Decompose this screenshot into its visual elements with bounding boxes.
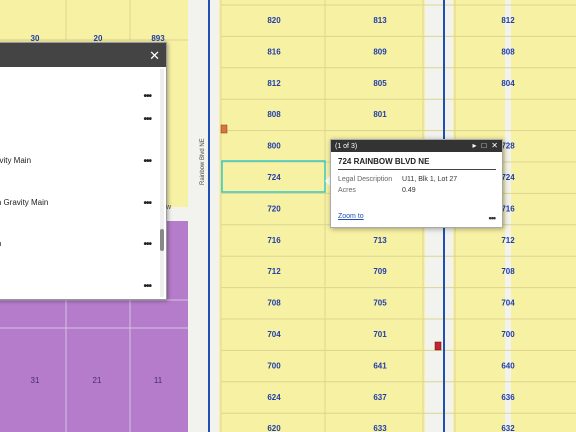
feature-popup[interactable]: (1 of 3) ▸ □ ✕ 724 RAINBOW BLVD NE Legal… — [330, 139, 503, 228]
parcel-number: 809 — [373, 47, 387, 56]
more-options-icon[interactable]: ••• — [143, 91, 151, 102]
parcel-number: 816 — [267, 47, 281, 56]
parcel-number: 704 — [267, 330, 281, 339]
result-row-label: in — [0, 239, 1, 248]
parcel-number: 716 — [501, 204, 515, 213]
parcel-number: 712 — [501, 236, 515, 245]
parcel-number: 705 — [373, 299, 387, 308]
parcel-number: 805 — [373, 79, 387, 88]
parcel-number: 700 — [501, 330, 515, 339]
field-key: Acres — [338, 187, 356, 194]
parcel-number: 813 — [373, 16, 387, 25]
block-parcel-number: 21 — [93, 376, 102, 385]
more-options-icon[interactable]: ••• — [143, 156, 151, 167]
parcel-number: 728 — [501, 142, 515, 151]
field-acres: Acres 0.49 — [338, 187, 495, 194]
parcel-number: 632 — [501, 424, 515, 432]
manhole-marker-icon[interactable] — [220, 124, 228, 134]
partial-road-label: w — [166, 204, 172, 211]
parcel-number: 720 — [267, 204, 281, 213]
parcel-number: 708 — [267, 299, 281, 308]
parcel-number: 713 — [373, 236, 387, 245]
field-value: 0.49 — [402, 187, 416, 194]
next-feature-icon[interactable]: ▸ — [472, 142, 476, 150]
hydrant-marker-icon[interactable] — [434, 341, 442, 351]
parcel-number: 716 — [267, 236, 281, 245]
popup-footer: Zoom to ••• — [338, 213, 497, 223]
parcel-number: 641 — [373, 361, 387, 370]
more-options-icon[interactable]: ••• — [143, 239, 151, 250]
parcel-number: 820 — [267, 16, 281, 25]
parcel-number: 708 — [501, 267, 515, 276]
parcel-number: 724 — [267, 173, 281, 182]
block-parcel-number: 31 — [31, 376, 40, 385]
popup-fields: Legal Description U11, Blk 1, Lot 27 Acr… — [338, 176, 495, 194]
zoom-to-link[interactable]: Zoom to — [338, 213, 364, 223]
parcel-number: 808 — [501, 47, 515, 56]
popup-title: 724 RAINBOW BLVD NE — [338, 157, 496, 170]
parcel-number: 700 — [267, 361, 281, 370]
block-parcel-number: 11 — [154, 376, 163, 385]
field-legal-description: Legal Description U11, Blk 1, Lot 27 — [338, 176, 495, 183]
road-label: Rainbow Blvd NE — [200, 138, 206, 185]
panel-header: ✕ — [0, 43, 166, 67]
more-options-icon[interactable]: ••• — [489, 213, 497, 223]
maximize-icon[interactable]: □ — [481, 142, 486, 150]
result-row-label: avity Main — [0, 156, 32, 165]
parcel-number: 712 — [267, 267, 281, 276]
parcel-number: 812 — [267, 79, 281, 88]
result-row-label: in Gravity Main — [0, 198, 49, 207]
parcel-number: 709 — [373, 267, 387, 276]
popup-header: (1 of 3) ▸ □ ✕ — [331, 140, 502, 152]
parcel-number: 812 — [501, 16, 515, 25]
parcel-number: 637 — [373, 393, 387, 402]
more-options-icon[interactable]: ••• — [143, 114, 151, 125]
parcel-number: 636 — [501, 393, 515, 402]
panel-scrollbar[interactable] — [160, 69, 164, 297]
more-options-icon[interactable]: ••• — [143, 198, 151, 209]
parcel-number: 624 — [267, 393, 281, 402]
close-icon[interactable]: ✕ — [149, 49, 160, 62]
parcel-number: 704 — [501, 299, 515, 308]
parcel-number: 633 — [373, 424, 387, 432]
results-panel[interactable]: ✕ ••• ••• avity Main ••• in Gravity Main… — [0, 42, 167, 300]
parcel-number: 640 — [501, 361, 515, 370]
panel-scrollbar-thumb[interactable] — [160, 229, 164, 251]
parcel-number: 724 — [501, 173, 515, 182]
popup-page-indicator: (1 of 3) — [335, 142, 358, 150]
field-value: U11, Blk 1, Lot 27 — [402, 176, 458, 183]
parcel-number: 808 — [267, 110, 281, 119]
close-icon[interactable]: ✕ — [491, 142, 498, 150]
field-key: Legal Description — [338, 176, 393, 183]
more-options-icon[interactable]: ••• — [143, 281, 151, 292]
parcel-number: 800 — [267, 142, 281, 151]
parcel-number: 801 — [373, 110, 387, 119]
parcel-number: 701 — [373, 330, 387, 339]
parcel-number: 804 — [501, 79, 515, 88]
parcel-number: 620 — [267, 424, 281, 432]
